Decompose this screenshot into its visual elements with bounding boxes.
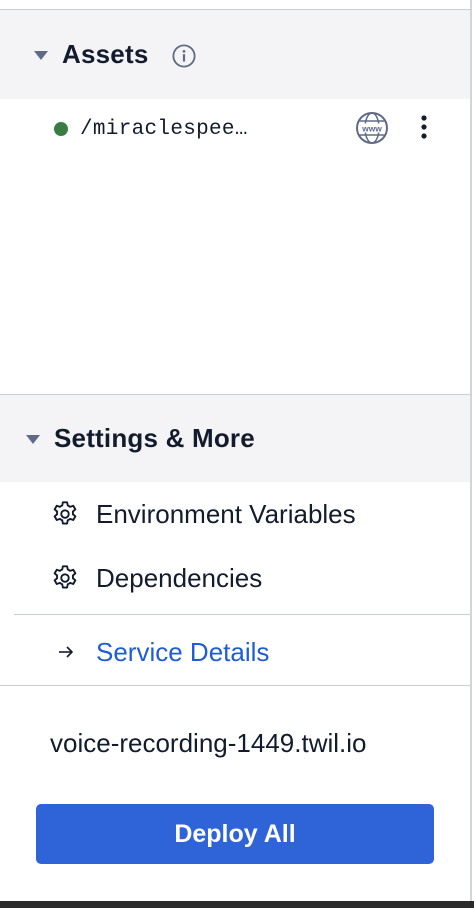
environment-variables-item[interactable]: Environment Variables xyxy=(50,494,356,534)
svg-text:www: www xyxy=(361,124,382,134)
settings-section-header[interactable]: Settings & More xyxy=(0,394,470,482)
caret-down-icon xyxy=(26,435,40,444)
service-details-label: Service Details xyxy=(96,636,270,667)
assets-section-header[interactable]: Assets xyxy=(0,10,470,99)
settings-divider xyxy=(14,614,470,615)
www-globe-icon[interactable]: www xyxy=(355,111,389,145)
settings-title: Settings & More xyxy=(54,423,255,453)
assets-title: Assets xyxy=(62,39,149,69)
status-dot xyxy=(54,122,68,136)
kebab-menu-icon[interactable] xyxy=(413,113,435,143)
footer-divider xyxy=(0,685,470,686)
window-bottom-edge xyxy=(0,901,474,908)
environment-variables-label: Environment Variables xyxy=(96,498,356,529)
info-circle-icon[interactable] xyxy=(172,43,197,68)
gear-icon xyxy=(50,499,80,529)
dependencies-item[interactable]: Dependencies xyxy=(50,558,262,598)
caret-down-icon xyxy=(34,51,48,60)
service-details-link[interactable]: Service Details xyxy=(56,632,269,672)
dependencies-label: Dependencies xyxy=(96,562,263,593)
deploy-all-button[interactable]: Deploy All xyxy=(36,804,434,864)
functions-sidebar-panel: Assets /miraclespee… www Settings & More… xyxy=(0,0,472,908)
service-domain: voice-recording-1449.twil.io xyxy=(50,728,367,758)
asset-path: /miraclespee… xyxy=(80,117,248,141)
arrow-right-icon xyxy=(56,642,76,662)
asset-list-item[interactable]: /miraclespee… www xyxy=(0,100,470,158)
gear-icon xyxy=(50,563,80,593)
